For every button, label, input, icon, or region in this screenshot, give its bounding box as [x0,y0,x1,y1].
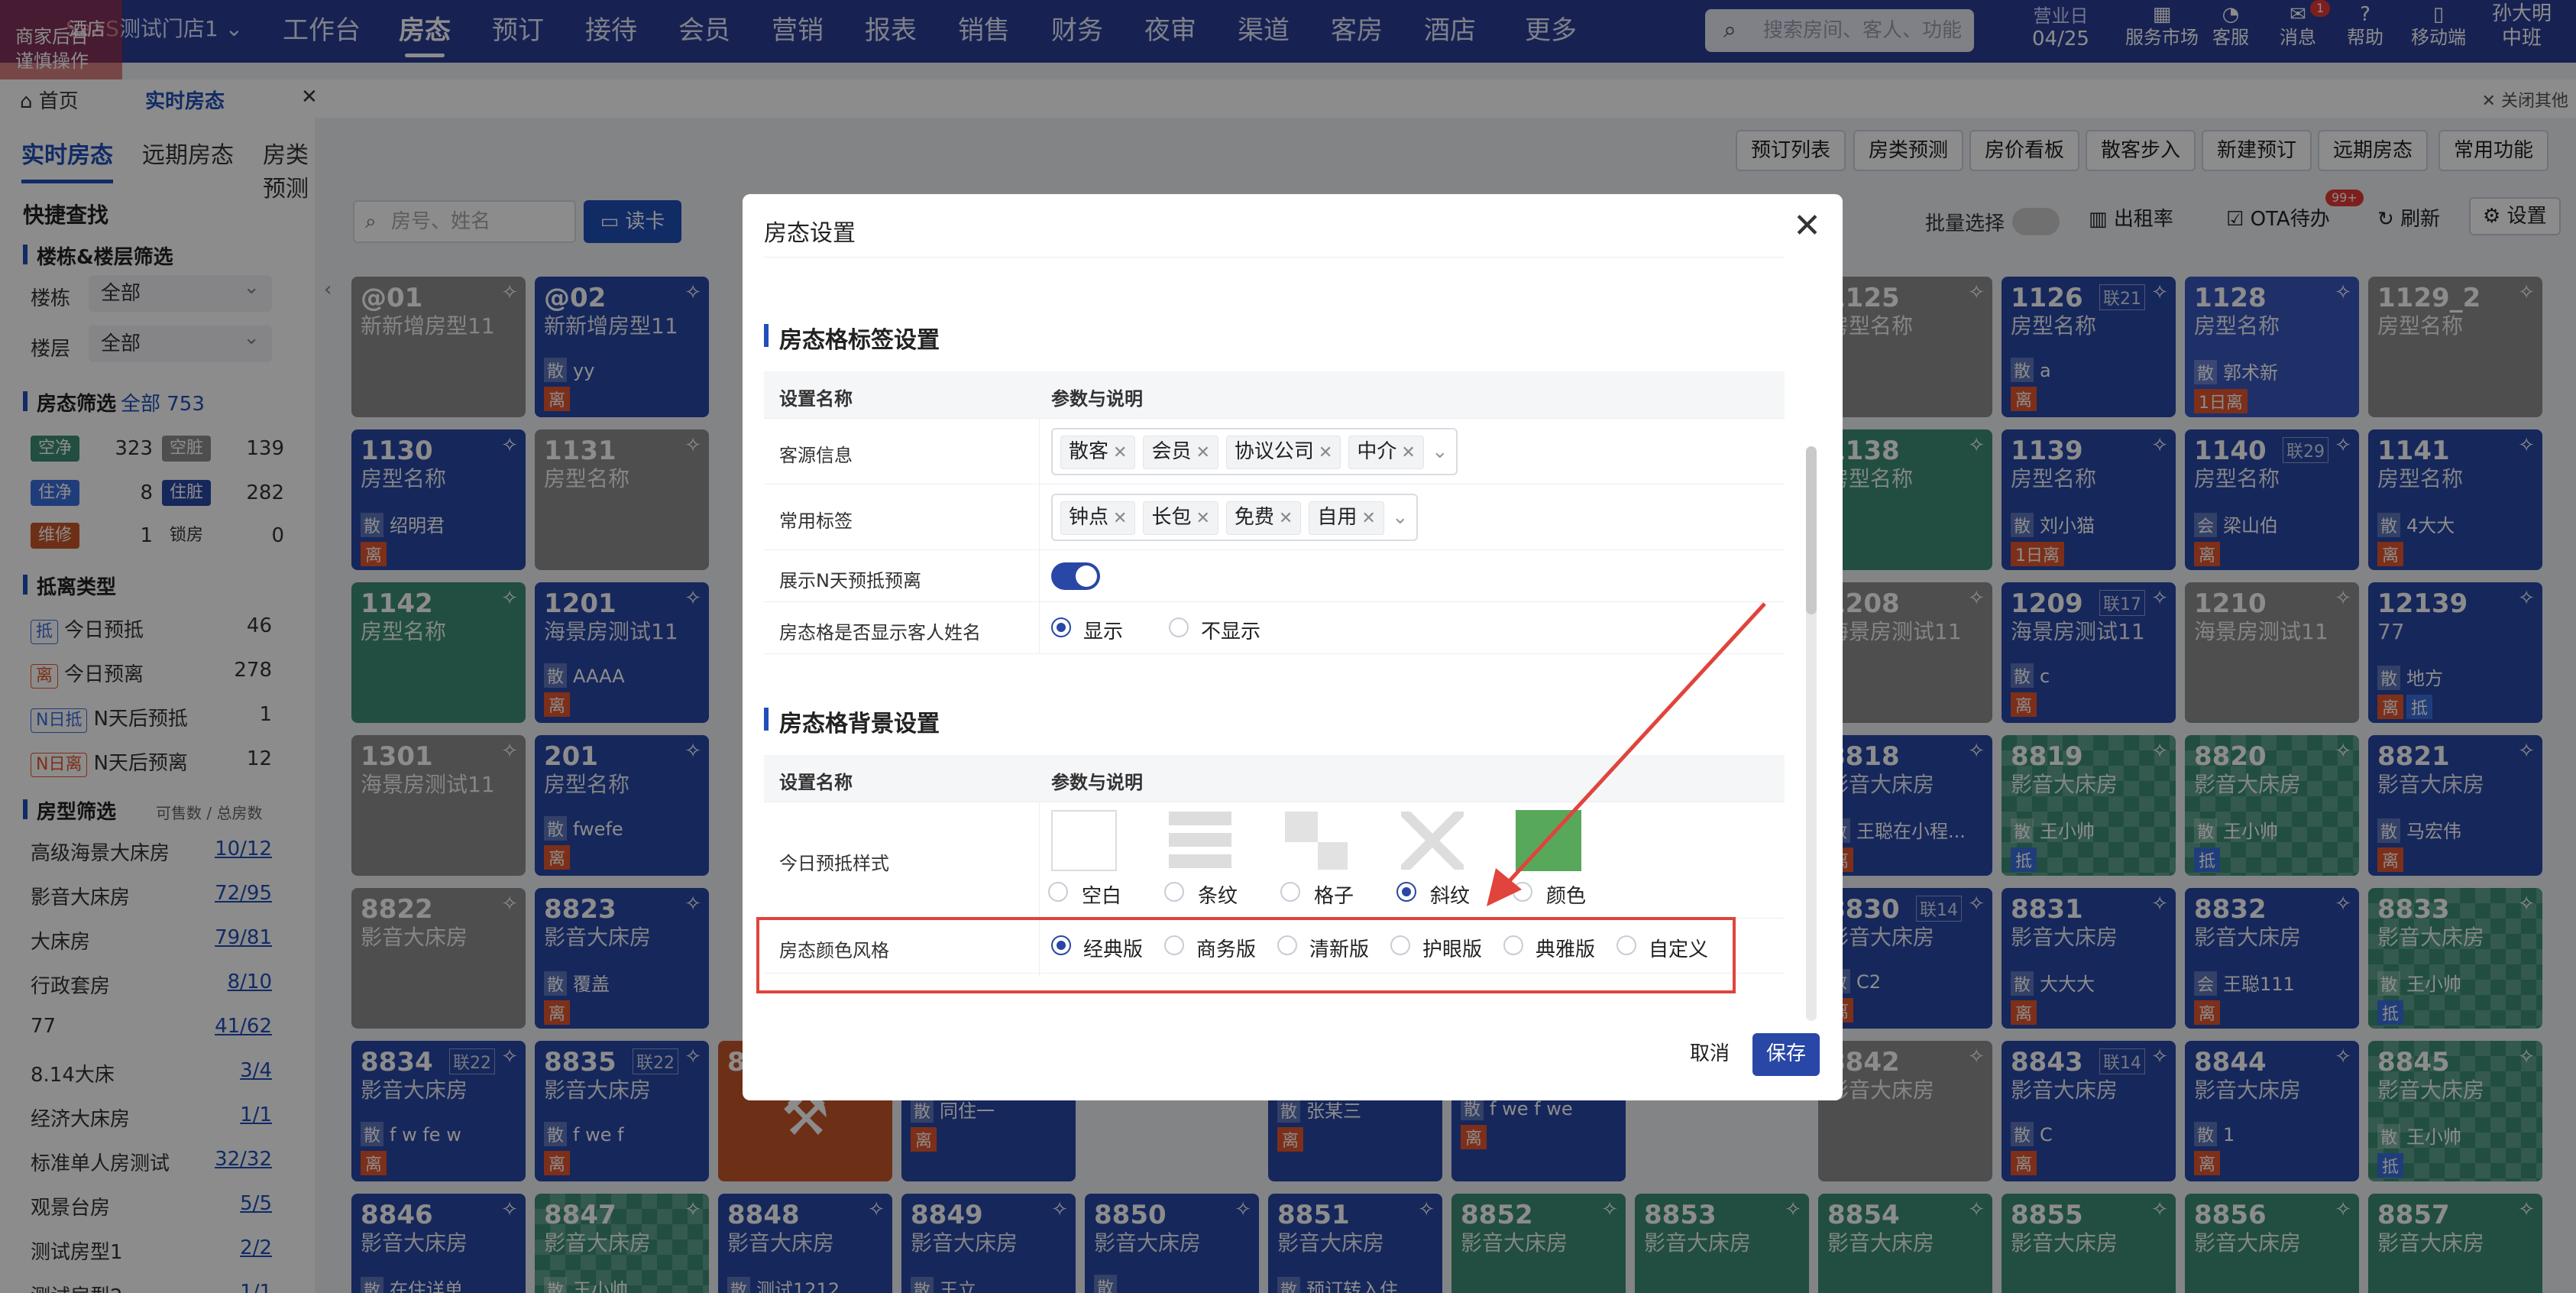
today-style-radio-1[interactable] [1164,882,1184,902]
tag-remove-icon[interactable]: ✕ [1279,509,1293,528]
guest-source-label: 客源信息 [779,445,853,466]
show-n-days-toggle[interactable] [1051,562,1100,590]
highlight-box [756,917,1736,993]
tag-chip-label: 中介 [1357,440,1397,463]
tag-remove-icon[interactable]: ✕ [1361,509,1375,528]
tag-remove-icon[interactable]: ✕ [1196,509,1209,528]
tag-chip-0: 钟点 ✕ [1060,501,1136,535]
chevron-down-icon: ⌄ [1431,440,1448,463]
modal-title: 房态设置 [764,220,856,247]
guest-source-select[interactable]: 散客 ✕ 会员 ✕ 协议公司 ✕ 中介 ✕ ⌄ [1051,428,1458,475]
save-button[interactable]: 保存 [1752,1033,1820,1076]
tag-chip-label: 钟点 [1069,506,1109,529]
header-name: 设置名称 [779,772,853,793]
tag-remove-icon[interactable]: ✕ [1113,443,1127,462]
tag-chip-0: 散客 ✕ [1060,436,1136,469]
today-style-radio-0[interactable] [1048,882,1068,902]
tag-remove-icon[interactable]: ✕ [1319,443,1332,462]
chevron-down-icon: ⌄ [1391,506,1409,529]
common-tags-label: 常用标签 [779,510,853,532]
common-tags-select[interactable]: 钟点 ✕ 长包 ✕ 免费 ✕ 自用 ✕ ⌄ [1051,494,1418,541]
tag-chip-3: 自用 ✕ [1309,501,1384,535]
modal-scrollbar[interactable] [1806,446,1817,1021]
tag-chip-label: 会员 [1151,440,1192,463]
tag-chip-label: 长包 [1151,506,1192,529]
cancel-button[interactable]: 取消 [1676,1033,1743,1076]
show-name-option-show: 显示 [1083,621,1124,643]
today-style-option-0: 空白 [1082,885,1122,908]
today-style-radio-2[interactable] [1280,882,1300,902]
header-name: 设置名称 [779,388,853,410]
annotation-arrow [1487,602,1766,906]
table-row: 常用标签 钟点 ✕ 长包 ✕ 免费 ✕ 自用 ✕ ⌄ [764,484,1785,550]
tag-remove-icon[interactable]: ✕ [1196,443,1209,462]
style-swatch-0[interactable] [1051,810,1117,871]
modal-close-icon[interactable]: ✕ [1793,206,1821,245]
arrow-line [1496,602,1766,896]
tag-remove-icon[interactable]: ✕ [1401,443,1415,462]
show-n-days-label: 展示N天预抵预离 [779,570,921,591]
show-name-radio-show[interactable] [1051,617,1071,637]
modal-scrollbar-thumb[interactable] [1806,446,1817,614]
show-name-radio-hide[interactable] [1169,617,1189,637]
today-style-option-1: 条纹 [1198,885,1238,908]
show-name-label: 房态格是否显示客人姓名 [779,622,981,643]
style-swatch-2[interactable] [1283,810,1349,871]
show-name-option-hide: 不显示 [1201,621,1261,643]
tag-chip-3: 中介 ✕ [1348,436,1424,469]
tag-chip-1: 会员 ✕ [1143,436,1218,469]
bg-section-title: 房态格背景设置 [764,705,940,738]
table-header: 设置名称 参数与说明 [764,371,1785,419]
header-desc: 参数与说明 [1051,772,1143,793]
label-section-title: 房态格标签设置 [764,321,940,355]
style-swatch-1[interactable] [1167,810,1233,871]
tag-chip-2: 协议公司 ✕ [1225,436,1341,469]
tag-chip-1: 长包 ✕ [1143,501,1218,535]
tag-chip-label: 自用 [1317,506,1358,529]
today-style-radio-3[interactable] [1396,882,1416,902]
today-style-option-2: 格子 [1314,885,1354,908]
today-style-label: 今日预抵样式 [779,853,889,874]
tag-chip-2: 免费 ✕ [1225,501,1302,535]
header-desc: 参数与说明 [1051,388,1143,410]
tag-chip-label: 散客 [1069,440,1109,463]
table-row: 客源信息 散客 ✕ 会员 ✕ 协议公司 ✕ 中介 ✕ ⌄ [764,419,1785,484]
tag-chip-label: 协议公司 [1234,440,1314,463]
tag-remove-icon[interactable]: ✕ [1113,509,1127,528]
modal-divider [764,257,1785,258]
tag-chip-label: 免费 [1234,506,1274,529]
